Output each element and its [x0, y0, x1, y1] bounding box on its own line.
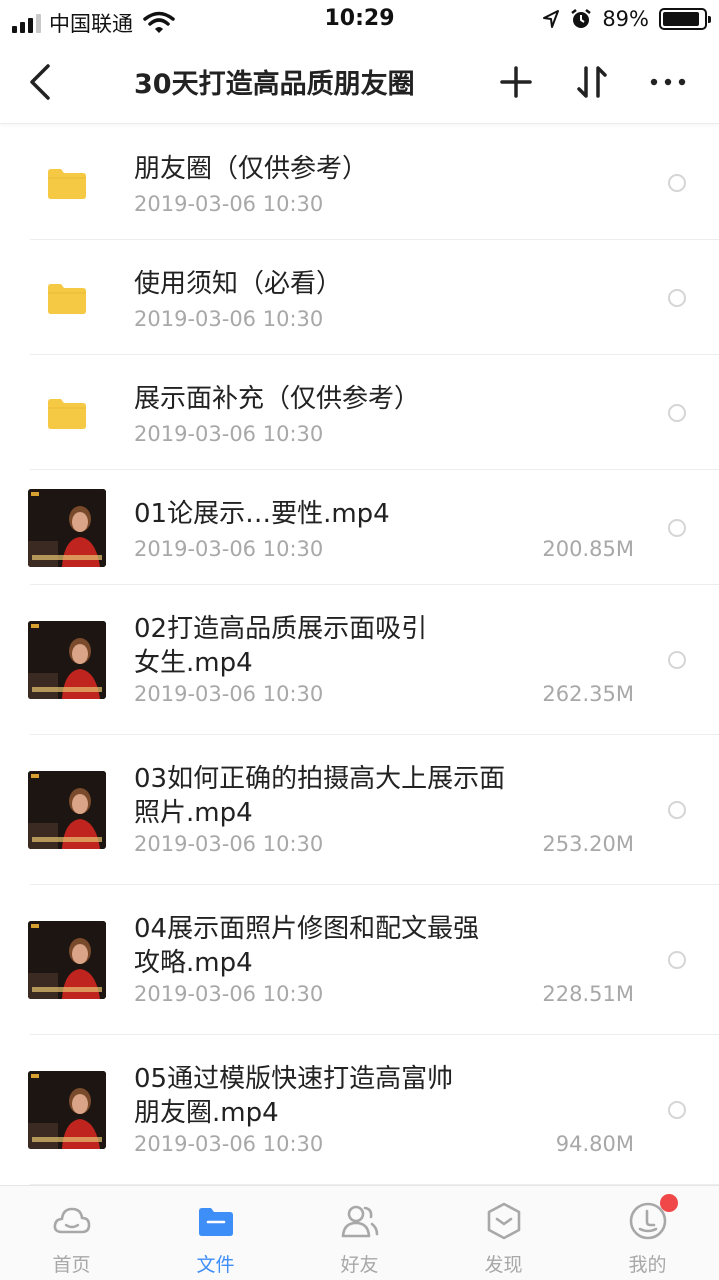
cloud-icon	[53, 1207, 91, 1234]
select-radio[interactable]	[668, 801, 686, 819]
file-name: 02打造高品质展示面吸引 女生.mp4	[134, 614, 428, 678]
video-thumbnail-image	[28, 921, 106, 999]
video-thumbnail	[28, 621, 106, 699]
file-date: 2019-03-06 10:30	[134, 422, 324, 446]
file-name: 05通过模版快速打造高富帅 朋友圈.mp4	[134, 1064, 454, 1128]
select-radio[interactable]	[668, 651, 686, 669]
folder-row[interactable]: 使用须知（必看） 2019-03-06 10:30	[0, 240, 719, 355]
file-date: 2019-03-06 10:30	[134, 1132, 324, 1156]
file-date: 2019-03-06 10:30	[134, 982, 324, 1006]
file-name: 01论展示…要性.mp4	[134, 499, 390, 529]
tab-discover-label: 发现	[484, 1254, 523, 1276]
select-radio[interactable]	[668, 174, 686, 192]
battery-fill	[663, 12, 699, 26]
video-thumbnail	[28, 771, 106, 849]
file-date: 2019-03-06 10:30	[134, 192, 324, 216]
file-name: 朋友圈（仅供参考）	[134, 154, 369, 184]
video-row[interactable]: 05通过模版快速打造高富帅 朋友圈.mp4 2019-03-06 10:30 94.…	[0, 1035, 719, 1185]
status-bar: 中国联通 10:29 89%	[0, 0, 719, 40]
video-thumbnail	[28, 921, 106, 999]
video-row[interactable]: 04展示面照片修图和配文最强 攻略.mp4 2019-03-06 10:30 228…	[0, 885, 719, 1035]
file-date: 2019-03-06 10:30	[134, 832, 324, 856]
notification-badge	[660, 1194, 678, 1212]
file-date: 2019-03-06 10:30	[134, 307, 324, 331]
select-radio[interactable]	[668, 951, 686, 969]
tab-home-label: 首页	[52, 1254, 91, 1276]
tab-friends[interactable]: 好友	[288, 1186, 431, 1280]
select-radio[interactable]	[668, 1101, 686, 1119]
select-radio[interactable]	[668, 289, 686, 307]
page-title: 30天打造高品质朋友圈	[134, 69, 415, 100]
location-arrow-icon	[543, 10, 560, 28]
folder-row[interactable]: 朋友圈（仅供参考） 2019-03-06 10:30	[0, 125, 719, 240]
folder-icon	[48, 399, 86, 429]
video-thumbnail-image	[28, 621, 106, 699]
file-date: 2019-03-06 10:30	[134, 682, 324, 706]
tab-home[interactable]: 首页	[0, 1186, 143, 1280]
friends-icon	[341, 1205, 379, 1238]
folder-icon	[48, 169, 86, 199]
status-right: 89%	[542, 7, 711, 31]
video-row[interactable]: 03如何正确的拍摄高大上展示面 照片.mp4 2019-03-06 10:30 25…	[0, 735, 719, 885]
tab-friends-label: 好友	[340, 1254, 379, 1276]
video-row[interactable]: 02打造高品质展示面吸引 女生.mp4 2019-03-06 10:30 262.3…	[0, 585, 719, 735]
tab-profile-label: 我的	[628, 1254, 667, 1276]
back-icon[interactable]	[24, 62, 58, 102]
sort-icon[interactable]	[570, 60, 614, 104]
battery-percent: 89%	[602, 7, 649, 31]
file-name: 03如何正确的拍摄高大上展示面 照片.mp4	[134, 764, 506, 828]
file-size: 200.85M	[542, 537, 634, 561]
folder-icon	[199, 1208, 233, 1236]
tab-profile[interactable]: 我的	[576, 1186, 719, 1280]
folder-icon	[48, 284, 86, 314]
discover-icon	[487, 1202, 521, 1240]
alarm-icon	[571, 9, 592, 28]
video-thumbnail	[28, 1071, 106, 1149]
video-thumbnail-image	[28, 1071, 106, 1149]
select-radio[interactable]	[668, 519, 686, 537]
file-size: 94.80M	[555, 1132, 634, 1156]
tab-bar: 首页 文件 好友 发现 我的	[0, 1185, 719, 1280]
battery-icon	[659, 8, 711, 30]
add-icon[interactable]	[494, 60, 538, 104]
tab-files[interactable]: 文件	[144, 1186, 287, 1280]
video-thumbnail-image	[28, 771, 106, 849]
file-name: 展示面补充（仅供参考）	[134, 384, 421, 414]
video-row[interactable]: 01论展示…要性.mp4 2019-03-06 10:30 200.85M	[0, 470, 719, 585]
nav-bar: 30天打造高品质朋友圈	[0, 40, 719, 124]
file-name: 04展示面照片修图和配文最强 攻略.mp4	[134, 914, 480, 978]
select-radio[interactable]	[668, 404, 686, 422]
video-thumbnail	[28, 489, 106, 567]
tab-discover[interactable]: 发现	[432, 1186, 575, 1280]
folder-row[interactable]: 展示面补充（仅供参考） 2019-03-06 10:30	[0, 355, 719, 470]
file-list: 朋友圈（仅供参考） 2019-03-06 10:30 使用须知（必看） 2019-03…	[0, 125, 719, 1185]
file-size: 228.51M	[542, 982, 634, 1006]
video-thumbnail-image	[28, 489, 106, 567]
file-size: 253.20M	[542, 832, 634, 856]
more-icon[interactable]	[646, 60, 690, 104]
file-date: 2019-03-06 10:30	[134, 537, 324, 561]
file-name: 使用须知（必看）	[134, 269, 343, 299]
tab-files-label: 文件	[196, 1254, 235, 1276]
file-size: 262.35M	[542, 682, 634, 706]
